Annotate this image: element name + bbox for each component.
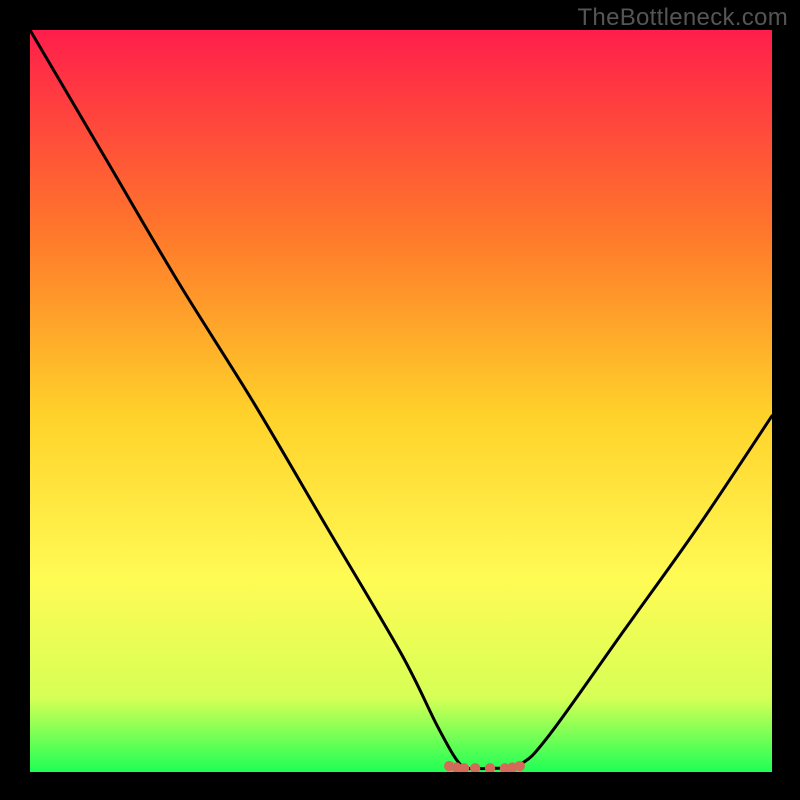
bottleneck-plot-svg — [30, 30, 772, 772]
chart-frame: TheBottleneck.com — [0, 0, 800, 800]
optimum-marker-dot — [515, 761, 525, 771]
gradient-background — [30, 30, 772, 772]
plot-area — [30, 30, 772, 772]
watermark-text: TheBottleneck.com — [577, 4, 788, 32]
